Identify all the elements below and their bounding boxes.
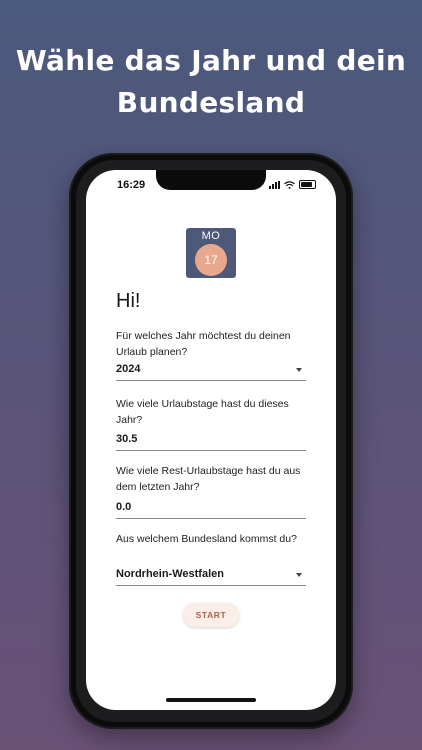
battery-icon <box>299 180 316 189</box>
vacation-days-value: 30.5 <box>116 433 138 445</box>
status-time: 16:29 <box>117 179 146 191</box>
cellular-signal-icon <box>269 180 280 189</box>
wifi-icon <box>284 180 295 189</box>
headline-line-2: Bundesland <box>116 86 306 119</box>
home-indicator[interactable] <box>166 698 256 702</box>
year-value: 2024 <box>116 363 141 375</box>
remaining-days-input[interactable]: 0.0 <box>116 498 306 519</box>
state-dropdown[interactable]: Nordrhein-Westfalen <box>116 565 306 586</box>
greeting-title: Hi! <box>116 290 141 312</box>
promo-headline: Wähle das Jahr und dein Bundesland <box>0 40 422 124</box>
phone-notch <box>156 170 266 190</box>
calendar-day-circle: 17 <box>195 244 227 276</box>
year-question: Für welches Jahr möchtest du deinen Urla… <box>116 330 291 358</box>
vacation-days-input[interactable]: 30.5 <box>116 430 306 451</box>
year-dropdown[interactable]: 2024 <box>116 360 306 381</box>
vacation-days-question: Wie viele Urlaubstage hast du dieses Jah… <box>116 398 289 426</box>
status-icons <box>269 180 316 189</box>
dropdown-arrow-icon <box>296 368 302 372</box>
remaining-days-question: Wie viele Rest-Urlaubstage hast du aus d… <box>116 465 301 493</box>
state-value: Nordrhein-Westfalen <box>116 568 224 580</box>
dropdown-arrow-icon <box>296 573 302 577</box>
remaining-days-value: 0.0 <box>116 501 132 513</box>
headline-line-1: Wähle das Jahr und dein <box>15 44 407 77</box>
phone-screen: 16:29 MO 17 Hi! Für welches Jahr möchtes… <box>86 170 336 710</box>
calendar-weekday: MO <box>201 230 221 242</box>
calendar-app-icon: MO 17 <box>186 228 236 278</box>
start-button[interactable]: START <box>183 603 239 627</box>
state-question: Aus welchem Bundesland kommst du? <box>116 533 297 545</box>
